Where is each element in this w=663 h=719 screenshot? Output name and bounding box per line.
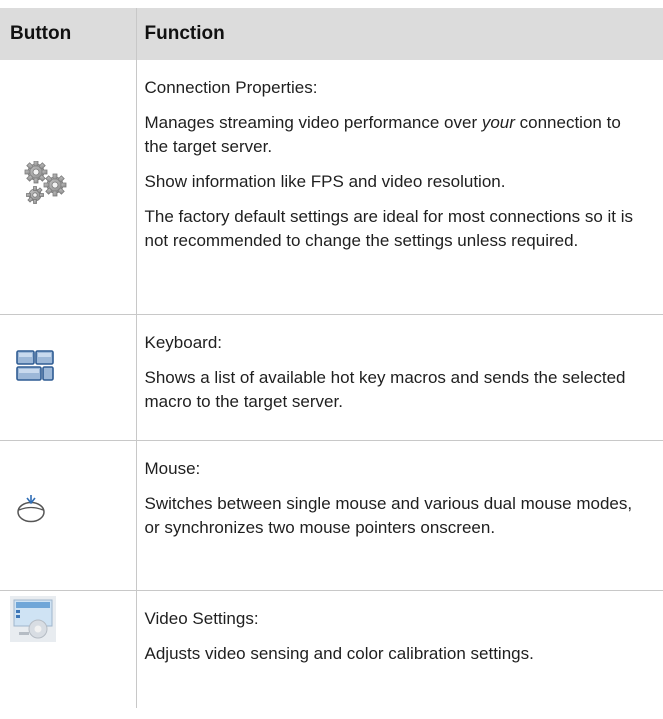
table-row: Video Settings: Adjusts video sensing an… [0, 590, 663, 708]
function-title: Video Settings: [144, 608, 259, 628]
function-cell: Mouse: Switches between single mouse and… [136, 440, 663, 591]
function-title: Mouse: [144, 458, 201, 478]
table-row: Keyboard: Shows a list of available hot … [0, 314, 663, 441]
function-cell: Connection Properties: Manages streaming… [136, 60, 663, 315]
icon-cell [0, 60, 137, 315]
function-description: Switches between single mouse and variou… [144, 493, 633, 537]
function-title: Connection Properties: [144, 78, 318, 97]
icon-cell [0, 314, 137, 441]
function-info: Show information like FPS and video reso… [144, 172, 506, 191]
keyboard-icon [16, 349, 54, 389]
function-cell: Video Settings: Adjusts video sensing an… [136, 590, 663, 708]
gears-icon [22, 160, 68, 212]
icon-cell [0, 440, 137, 591]
table-header: Button Function [0, 8, 663, 60]
header-button: Button [0, 8, 137, 60]
mouse-icon [16, 493, 46, 530]
function-description: Adjusts video sensing and color calibrat… [144, 643, 534, 663]
button-function-table: Button Function Connection Properties: M… [0, 8, 663, 708]
function-title: Keyboard: [144, 332, 223, 352]
header-row: Button Function [0, 8, 663, 60]
table-row: Mouse: Switches between single mouse and… [0, 440, 663, 591]
table-row: Connection Properties: Manages streaming… [0, 60, 663, 315]
desc-emphasis: your [481, 113, 515, 132]
function-description: Shows a list of available hot key macros… [144, 367, 626, 411]
desc-text: Manages streaming video performance over [144, 113, 482, 132]
function-description: Manages streaming video performance over… [145, 111, 650, 159]
icon-cell [0, 590, 137, 708]
function-note: The factory default settings are ideal f… [144, 207, 634, 250]
video-settings-icon [10, 595, 56, 649]
header-function: Function [136, 8, 663, 60]
function-cell: Keyboard: Shows a list of available hot … [136, 314, 663, 441]
